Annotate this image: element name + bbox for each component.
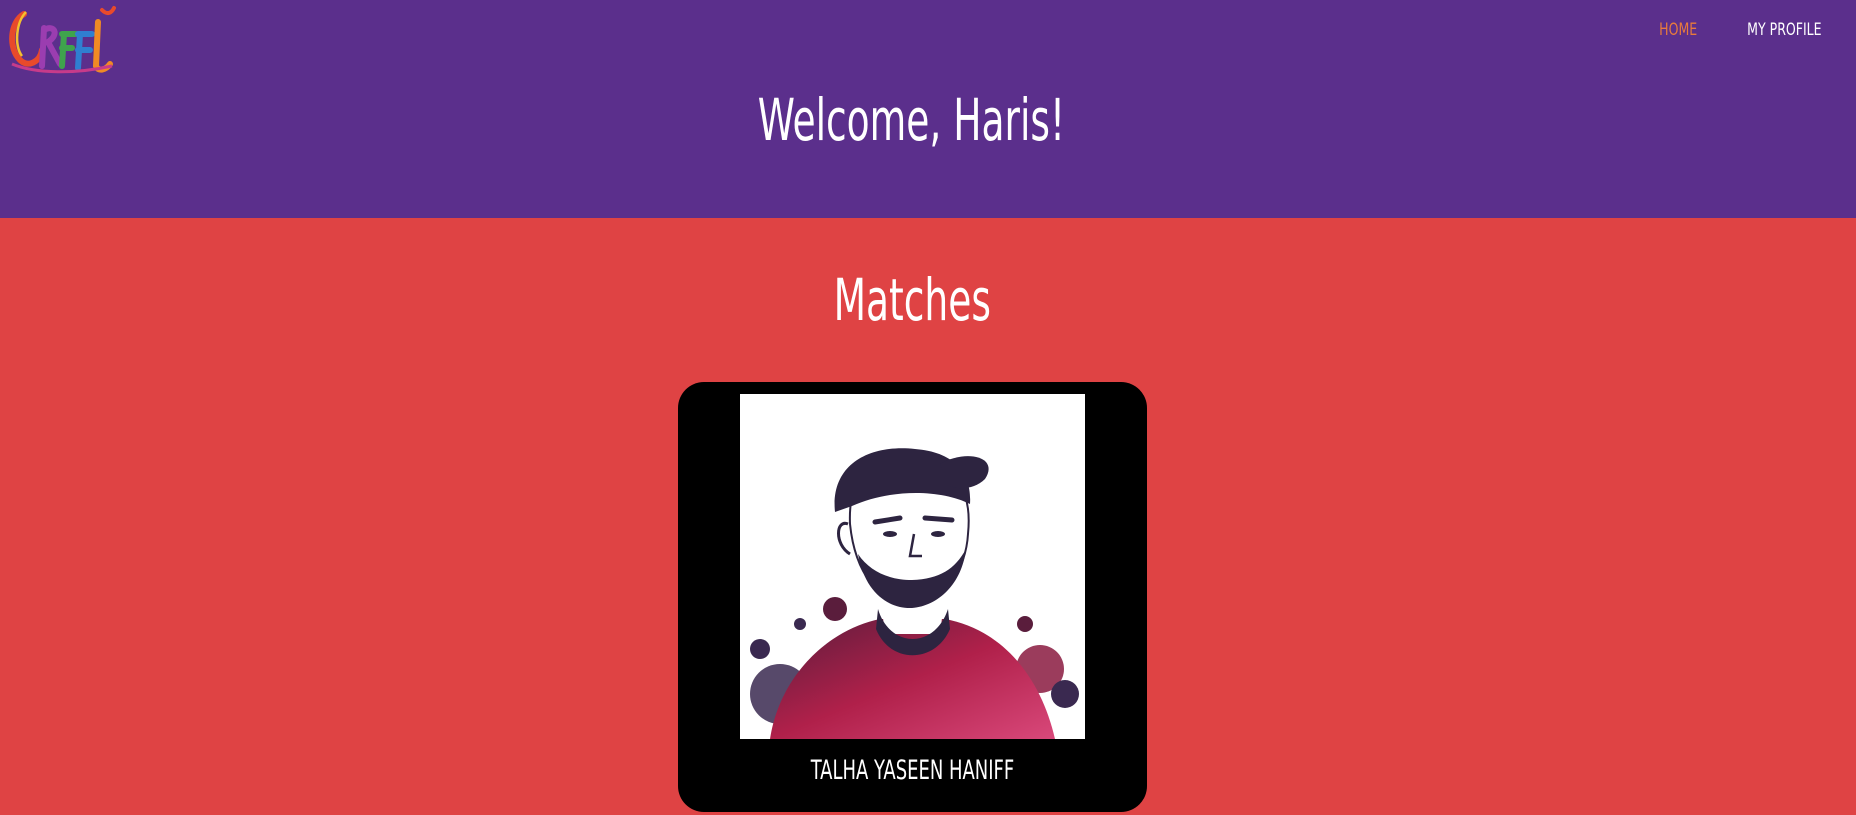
- match-name-text: TALHA YASEEN HANIFF: [810, 755, 1015, 786]
- nav-home-link[interactable]: HOME: [1659, 20, 1697, 40]
- nav-my-profile-link[interactable]: MY PROFILE: [1747, 20, 1821, 40]
- matches-heading: Matches: [0, 266, 1825, 334]
- profile-photo-art: [740, 394, 1085, 739]
- profile-photo[interactable]: [740, 394, 1085, 739]
- match-card[interactable]: TALHA YASEEN HANIFF: [678, 382, 1147, 812]
- matches-title-text: Matches: [833, 266, 992, 334]
- welcome-text: Welcome, Haris!: [757, 86, 1066, 154]
- matches-section: Matches TALHA YASEEN HANIFF: [0, 218, 1856, 815]
- match-name: TALHA YASEEN HANIFF: [678, 754, 1147, 788]
- site-header: HOME MY PROFILE Welcome, Haris!: [0, 0, 1856, 218]
- graffiti-logo-icon[interactable]: [6, 4, 118, 78]
- welcome-heading: Welcome, Haris!: [0, 86, 1823, 154]
- main-nav: HOME MY PROFILE: [1655, 20, 1830, 40]
